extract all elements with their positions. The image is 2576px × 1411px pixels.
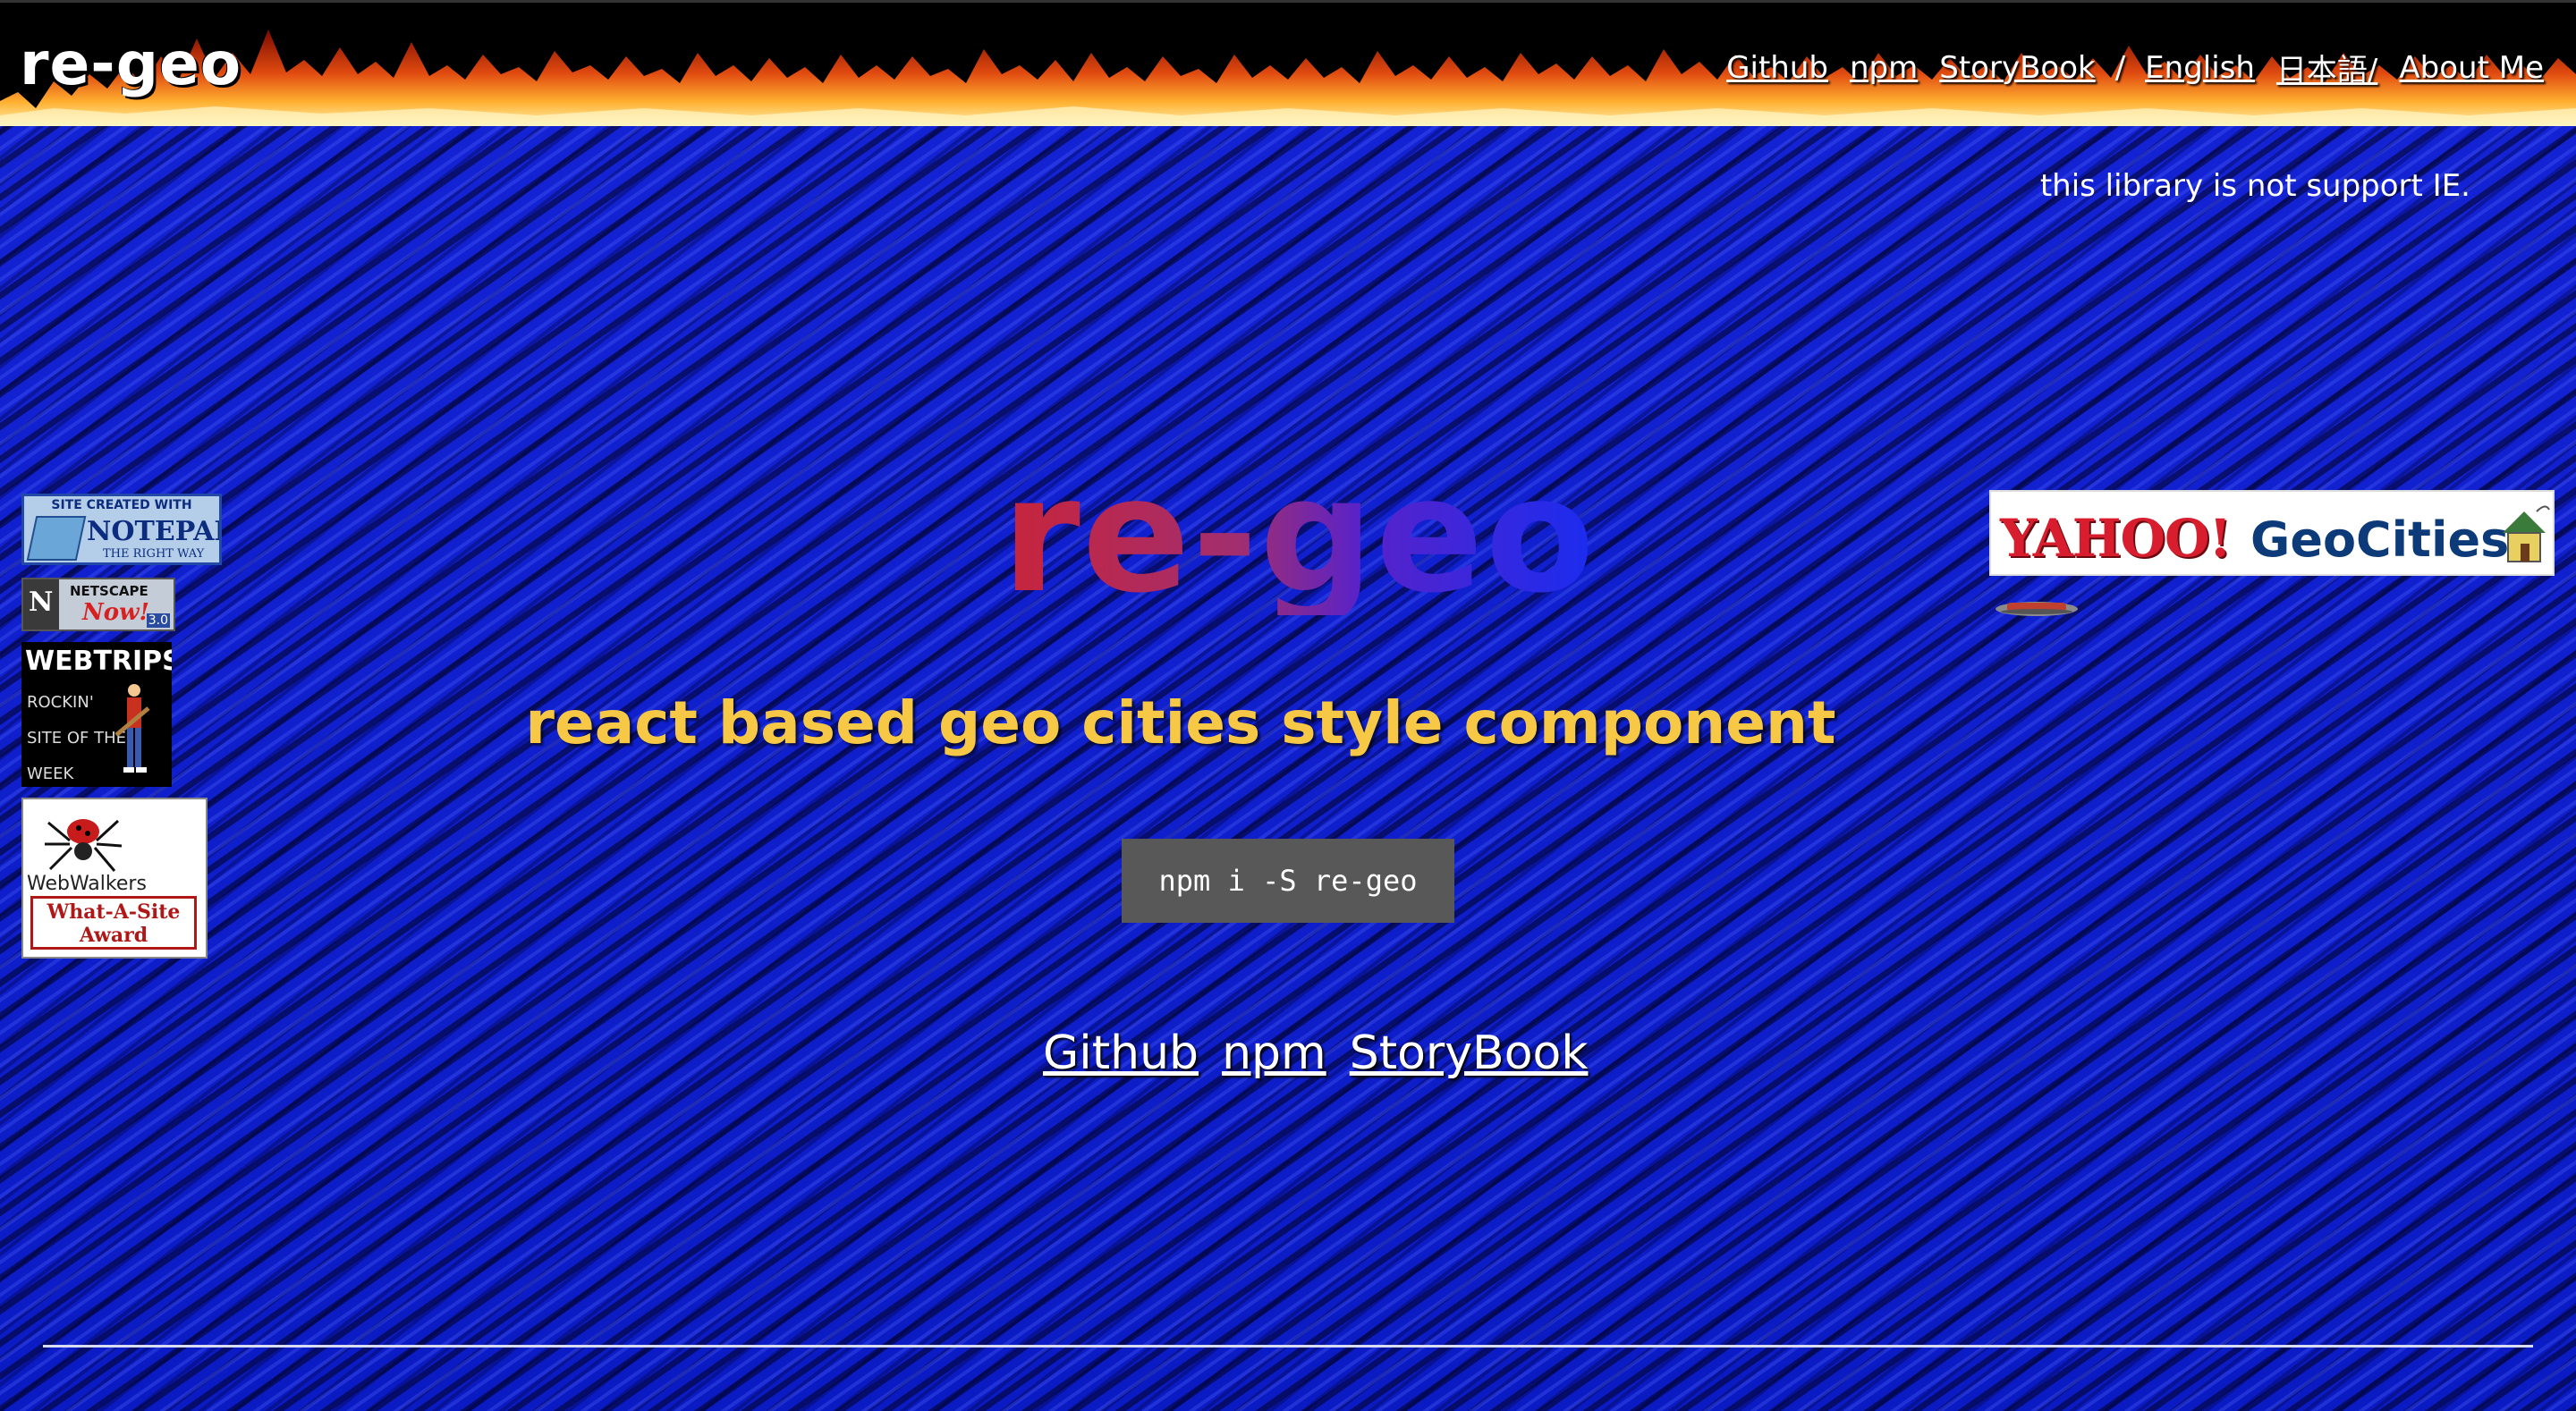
notepad-badge-line3: THE RIGHT WAY: [103, 547, 205, 561]
yahoo-geocities-badge: YAHOO! GeoCities: [1989, 490, 2555, 576]
hero-subtitle-text: react based geo cities style component: [525, 689, 1836, 757]
main-link-storybook[interactable]: StoryBook: [1350, 1027, 1589, 1080]
small-animated-gif-icon: [1996, 602, 2078, 616]
top-nav: Github npm StoryBook / English 日本語/ Abou…: [1716, 46, 2555, 89]
main-links: Github npm StoryBook: [1043, 1027, 1588, 1080]
hero-title: re-geo: [1002, 443, 1597, 628]
webtrips-badge-line4: WEEK: [27, 765, 74, 783]
main-link-npm[interactable]: npm: [1222, 1027, 1326, 1080]
webwalkers-badge-line1: WebWalkers: [27, 873, 147, 895]
nav-link-japanese[interactable]: 日本語/: [2276, 46, 2377, 89]
netscape-logo-icon: N: [29, 587, 54, 618]
ie-notice: this library is not support IE.: [2039, 168, 2470, 204]
netscape-badge-line2: Now!: [82, 599, 149, 626]
nav-link-github[interactable]: Github: [1726, 50, 1828, 86]
nav-separator: /: [2114, 49, 2126, 86]
webwalkers-badge-line3: Award: [79, 924, 148, 947]
netscape-badge-line3: 3.0: [146, 613, 170, 628]
nav-link-storybook[interactable]: StoryBook: [1939, 50, 2095, 86]
nav-link-about[interactable]: About Me: [2399, 50, 2544, 86]
header-logo[interactable]: re-geo: [20, 30, 242, 98]
webtrips-badge-line1: WEBTRIPS: [25, 646, 172, 677]
webwalkers-award-box: What-A-Site Award: [30, 896, 197, 950]
notepad-badge-line1: SITE CREATED WITH: [51, 498, 192, 512]
geocities-text: GeoCities: [2250, 511, 2510, 568]
netscape-badge-line1: NETSCAPE: [70, 583, 148, 599]
footer-divider: [43, 1345, 2533, 1348]
netscape-badge: N NETSCAPE Now! 3.0: [21, 578, 175, 631]
install-command[interactable]: npm i -S re-geo: [1122, 839, 1454, 923]
notepad-badge: SITE CREATED WITH NOTEPAD THE RIGHT WAY: [21, 494, 222, 565]
nav-link-english[interactable]: English: [2145, 50, 2255, 86]
notepad-icon: [26, 516, 87, 561]
yahoo-text: YAHOO!: [2000, 508, 2232, 569]
notepad-badge-line2: NOTEPAD: [87, 516, 219, 547]
hero-subtitle: react based geo cities style component: [0, 689, 2576, 757]
header-bar: re-geo Github npm StoryBook / English 日本…: [0, 0, 2576, 126]
house-icon: [2503, 505, 2550, 562]
spider-icon: [45, 819, 123, 872]
main-link-github[interactable]: Github: [1043, 1027, 1199, 1080]
nav-link-npm[interactable]: npm: [1850, 50, 1918, 86]
webwalkers-badge-line2: What-A-Site: [47, 900, 181, 924]
webwalkers-badge: WebWalkers What-A-Site Award: [21, 798, 208, 959]
